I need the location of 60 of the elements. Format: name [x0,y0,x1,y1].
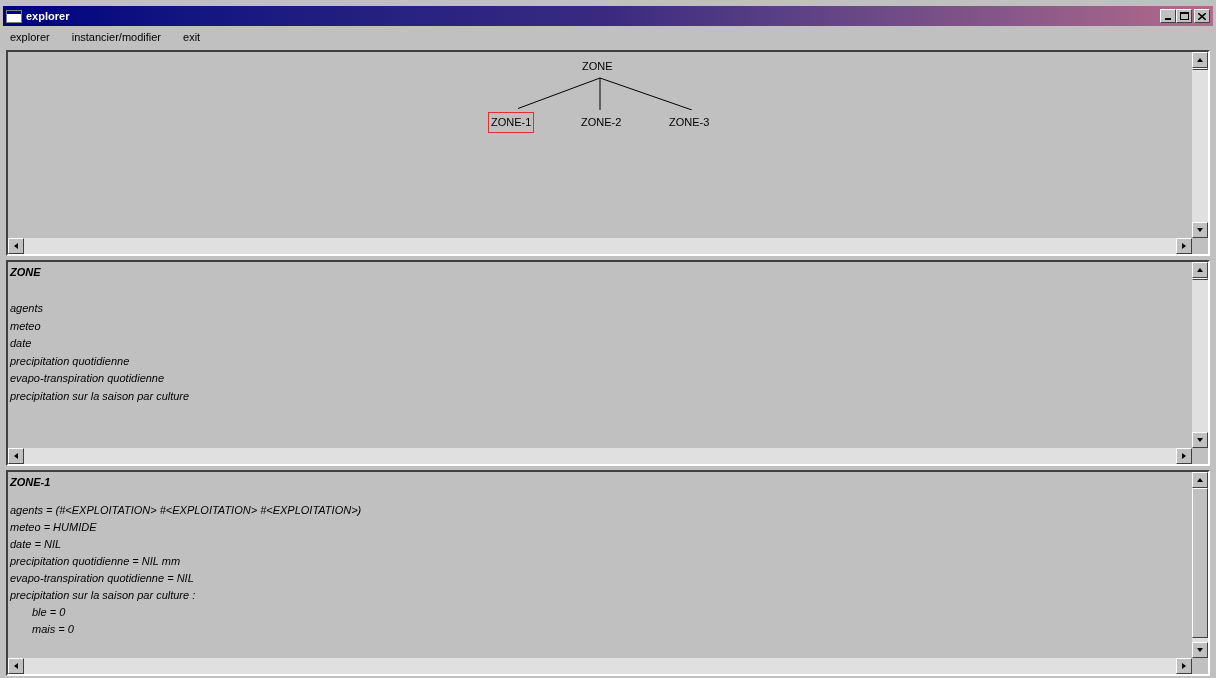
slot-name: meteo [10,318,42,334]
horizontal-scrollbar[interactable] [8,658,1192,674]
arrow-up-icon [1196,267,1204,273]
arrow-right-icon [1181,242,1187,250]
scroll-up-button[interactable] [1192,262,1208,278]
close-icon [1198,12,1206,20]
scroll-left-button[interactable] [8,658,24,674]
slot-value: evapo-transpiration quotidienne = NIL [10,571,195,586]
tree-node[interactable]: ZONE-1 [488,112,535,133]
slot-name: precipitation sur la saison par culture [10,388,191,404]
arrow-up-icon [1196,477,1204,483]
menu-item[interactable]: explorer [10,28,50,46]
tree-node[interactable]: ZONE-2 [578,112,625,133]
slot-value: date = NIL [10,537,63,552]
arrow-right-icon [1181,452,1187,460]
scroll-left-button[interactable] [8,238,24,254]
scroll-right-button[interactable] [1176,238,1192,254]
arrow-down-icon [1196,227,1204,233]
arrow-left-icon [13,242,19,250]
class-title: ZONE [10,265,42,280]
slot-value: precipitation sur la saison par culture : [10,588,197,603]
menu-item[interactable]: instancier/modifier [71,28,161,46]
close-button[interactable] [1194,9,1210,23]
scroll-down-button[interactable] [1192,432,1208,448]
slot-value: meteo = HUMIDE [10,520,98,535]
arrow-up-icon [1196,57,1204,63]
vertical-scrollbar[interactable] [1192,52,1208,238]
scroll-right-button[interactable] [1176,658,1192,674]
window-title: explorer [26,8,70,24]
horizontal-scrollbar[interactable] [8,448,1192,464]
scroll-right-button[interactable] [1176,448,1192,464]
scroll-up-button[interactable] [1192,52,1208,68]
instance-title: ZONE-1 [10,475,52,490]
tree-node[interactable]: ZONE [582,58,613,75]
maximize-icon [1179,12,1189,20]
slot-name: agents [10,301,45,316]
horizontal-scrollbar[interactable] [8,238,1192,254]
scroll-left-button[interactable] [8,448,24,464]
slot-value: mais = 0 [31,622,75,637]
scroll-up-button[interactable] [1192,472,1208,488]
window-icon [6,9,22,23]
scroll-down-button[interactable] [1192,642,1208,658]
arrow-left-icon [13,452,19,460]
maximize-button[interactable] [1176,9,1192,23]
vertical-scrollbar[interactable] [1192,472,1208,658]
tree-node[interactable]: ZONE-3 [666,112,713,133]
slot-name: evapo-transpiration quotidienne [10,371,166,386]
slot-value: ble = 0 [31,605,67,620]
vertical-scrollbar[interactable] [1192,262,1208,448]
arrow-left-icon [13,662,19,670]
minimize-button[interactable] [1160,9,1176,23]
menu-item[interactable]: exit [183,28,201,46]
slot-value: precipitation quotidienne = NIL mm [10,554,182,569]
arrow-down-icon [1196,437,1204,443]
slot-name: date [10,336,33,351]
scroll-down-button[interactable] [1192,222,1208,238]
arrow-down-icon [1196,647,1204,653]
slot-name: precipitation quotidienne [10,353,131,369]
slot-value: agents = (#<EXPLOITATION> #<EXPLOITATION> #<EXPLOITATION>) [10,503,363,518]
arrow-right-icon [1181,662,1187,670]
